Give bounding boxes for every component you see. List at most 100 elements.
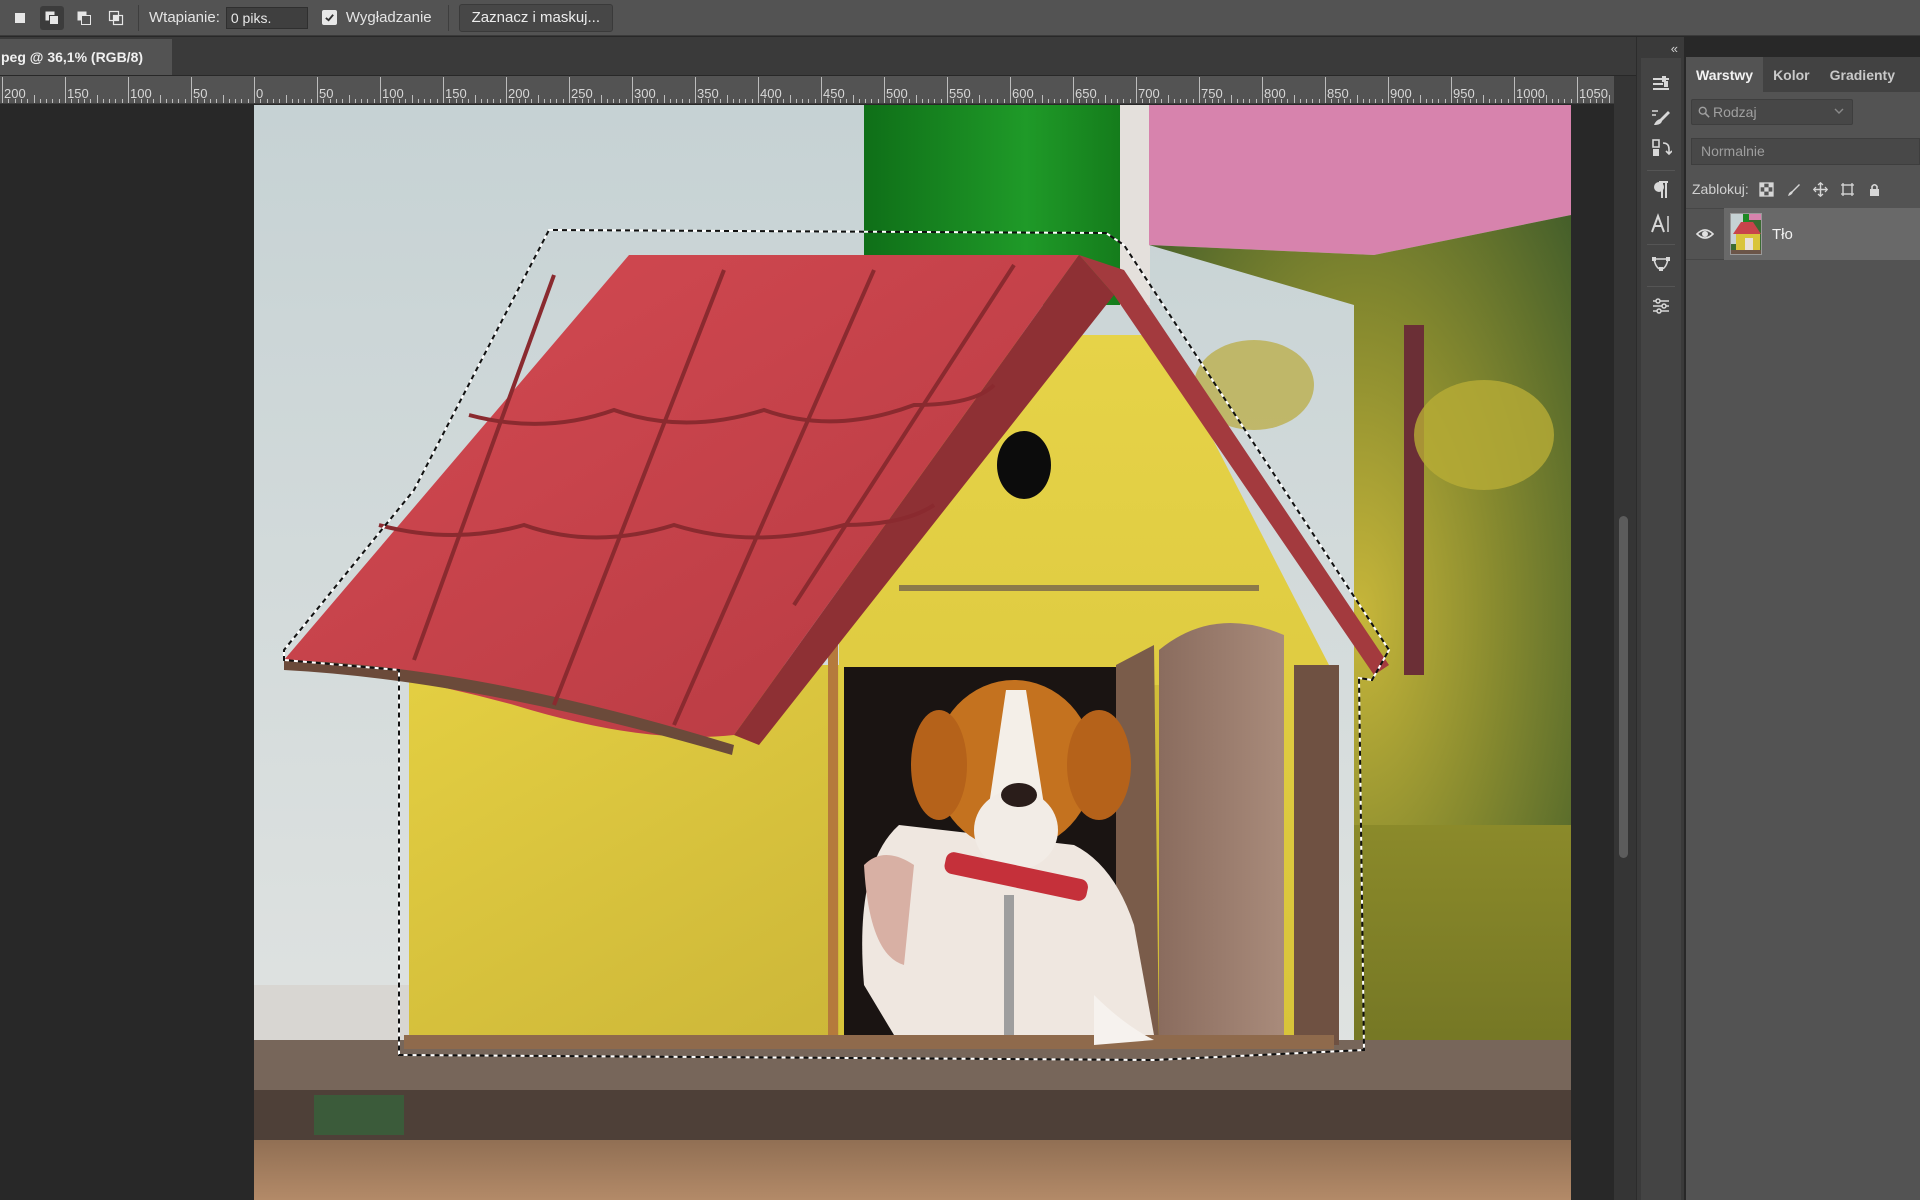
tab-gradients[interactable]: Gradienty <box>1820 57 1905 92</box>
ruler-minor-tick <box>449 99 451 103</box>
brushes-button[interactable] <box>1649 106 1673 130</box>
brush-settings-button[interactable] <box>1649 72 1673 96</box>
ruler-major-tick <box>1577 77 1578 103</box>
collapse-panels-icon[interactable]: « <box>1671 41 1678 56</box>
ruler-minor-tick <box>1161 99 1163 103</box>
ruler-minor-tick <box>354 99 356 103</box>
ruler-minor-tick <box>461 99 463 103</box>
tool-separator <box>1647 170 1675 171</box>
ruler-minor-tick <box>600 95 602 103</box>
tab-color[interactable]: Kolor <box>1763 57 1820 92</box>
ruler-minor-tick <box>1520 99 1522 103</box>
ruler-minor-tick <box>424 99 426 103</box>
lock-position-button[interactable] <box>1812 180 1830 198</box>
ruler-minor-tick <box>247 99 249 103</box>
search-icon <box>1698 106 1710 118</box>
ruler-minor-tick <box>531 99 533 103</box>
ruler-minor-tick <box>335 99 337 103</box>
layer-filter-row: Rodzaj <box>1686 92 1920 132</box>
ruler-minor-tick <box>209 99 211 103</box>
ruler-minor-tick <box>83 99 85 103</box>
ruler-minor-tick <box>1243 99 1245 103</box>
ruler-minor-tick <box>594 99 596 103</box>
ruler-major-tick <box>758 77 759 103</box>
clone-source-button[interactable] <box>1649 136 1673 160</box>
ruler-minor-tick <box>367 99 369 103</box>
horizontal-ruler[interactable]: 200 150 100 50 0 50 100 150 200 250 300 350 400 450 50… <box>0 76 1614 104</box>
intersect-selection-mode-button[interactable] <box>104 6 128 30</box>
ruler-minor-tick <box>1148 99 1150 103</box>
layer-kind-filter-label: Rodzaj <box>1713 104 1757 120</box>
ruler-minor-tick <box>984 99 986 103</box>
document-image[interactable] <box>254 105 1571 1200</box>
ruler-minor-tick <box>682 99 684 103</box>
subtract-selection-icon <box>77 11 91 25</box>
canvas-area[interactable] <box>0 105 1614 1200</box>
blend-mode-select[interactable]: Normalnie <box>1691 137 1920 165</box>
ruler-minor-tick <box>720 99 722 103</box>
layer-row[interactable]: Tło <box>1686 208 1920 260</box>
ruler-minor-tick <box>776 99 778 103</box>
document-tab[interactable]: peg @ 36,1% (RGB/8) <box>0 39 172 75</box>
ruler-minor-tick <box>77 99 79 103</box>
ruler-minor-tick <box>1356 95 1358 103</box>
character-button[interactable] <box>1649 212 1673 236</box>
new-selection-icon <box>15 12 25 23</box>
lock-transparent-pixels-button[interactable] <box>1758 180 1776 198</box>
ruler-major-tick <box>884 77 885 103</box>
ruler-minor-tick <box>398 99 400 103</box>
character-icon <box>1651 213 1669 233</box>
lock-artboard-button[interactable] <box>1839 180 1857 198</box>
ruler-minor-tick <box>298 99 300 103</box>
new-selection-mode-button[interactable] <box>8 6 32 30</box>
feather-input[interactable] <box>225 6 308 29</box>
ruler-major-tick <box>632 77 633 103</box>
paragraph-button[interactable] <box>1649 178 1673 202</box>
ruler-minor-tick <box>1406 99 1408 103</box>
layer-item-background[interactable]: Tło <box>1724 208 1920 260</box>
scrollbar-thumb[interactable] <box>1619 516 1628 858</box>
ruler-minor-tick <box>159 95 161 103</box>
ruler-minor-tick <box>795 99 797 103</box>
layer-name: Tło <box>1772 225 1793 243</box>
ruler-major-tick <box>821 77 822 103</box>
ruler-minor-tick <box>1532 99 1534 103</box>
ruler-minor-tick <box>1180 99 1182 103</box>
ruler-minor-tick <box>1224 99 1226 103</box>
ruler-minor-tick <box>1350 99 1352 103</box>
antialias-checkbox[interactable] <box>321 10 337 25</box>
lock-image-pixels-button[interactable] <box>1785 180 1803 198</box>
ruler-minor-tick <box>285 95 287 103</box>
antialias-label: Wygładzanie <box>345 9 432 26</box>
ruler-minor-tick <box>550 99 552 103</box>
ruler-major-tick <box>1325 77 1326 103</box>
vertical-scrollbar[interactable] <box>1614 76 1636 1200</box>
lock-all-button[interactable] <box>1866 180 1884 198</box>
ruler-minor-tick <box>713 99 715 103</box>
paths-icon <box>1652 257 1670 271</box>
select-and-mask-button[interactable]: Zaznacz i maskuj... <box>458 3 613 32</box>
ruler-minor-tick <box>90 99 92 103</box>
ruler-minor-tick <box>1369 99 1371 103</box>
ruler-minor-tick <box>115 99 117 103</box>
ruler-minor-tick <box>1028 99 1030 103</box>
ruler-minor-tick <box>304 99 306 103</box>
artboard-icon <box>1841 182 1855 196</box>
ruler-minor-tick <box>726 95 728 103</box>
ruler-minor-tick <box>1154 99 1156 103</box>
ruler-minor-tick <box>1186 99 1188 103</box>
ruler-minor-tick <box>1079 99 1081 103</box>
paths-button[interactable] <box>1649 252 1673 276</box>
ruler-minor-tick <box>417 99 419 103</box>
subtract-selection-mode-button[interactable] <box>72 6 96 30</box>
adjustments-button[interactable] <box>1649 294 1673 318</box>
ruler-minor-tick <box>1054 99 1056 103</box>
add-to-selection-mode-button[interactable] <box>40 5 64 30</box>
layer-visibility-toggle[interactable] <box>1686 208 1724 260</box>
tab-layers[interactable]: Warstwy <box>1686 57 1764 92</box>
ruler-minor-tick <box>972 99 974 103</box>
ruler-minor-tick <box>657 99 659 103</box>
ruler-minor-tick <box>1539 99 1541 103</box>
lock-icon <box>1870 183 1880 196</box>
layer-kind-filter[interactable]: Rodzaj <box>1691 99 1853 125</box>
